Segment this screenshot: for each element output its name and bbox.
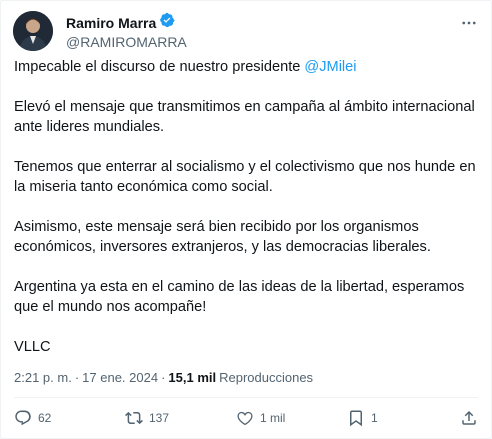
meta-separator: · bbox=[74, 370, 80, 385]
post-time[interactable]: 2:21 p. m. bbox=[14, 370, 72, 385]
tweet-text: Impecable el discurso de nuestro preside… bbox=[14, 57, 484, 377]
tweet-paragraph: Elevó el mensaje que transmitimos en cam… bbox=[14, 99, 475, 135]
reply-button[interactable]: 62 bbox=[14, 409, 94, 427]
bookmark-button[interactable]: 1 bbox=[347, 409, 427, 427]
views-label: Reproducciones bbox=[219, 370, 314, 385]
share-icon bbox=[462, 410, 476, 425]
views-count: 15,1 mil bbox=[168, 370, 217, 385]
meta-separator: · bbox=[161, 370, 166, 385]
reply-count: 62 bbox=[38, 411, 52, 425]
tweet-meta: 2:21 p. m. · 17 ene. 2024 · 15,1 mil Rep… bbox=[14, 370, 313, 385]
tweet-card: Ramiro Marra @RAMIROMARRA Impecable el d… bbox=[0, 0, 492, 439]
reply-icon bbox=[15, 410, 31, 426]
verified-badge-icon bbox=[159, 12, 175, 33]
post-date[interactable]: 17 ene. 2024 bbox=[82, 370, 158, 385]
tweet-paragraph: Asimismo, este mensaje será bien recibid… bbox=[14, 219, 431, 255]
action-bar: 62 137 1 mil 1 bbox=[14, 406, 478, 430]
author-handle[interactable]: @RAMIROMARRA bbox=[66, 34, 187, 50]
intro-text: Impecable el discurso de nuestro preside… bbox=[14, 59, 305, 75]
tweet-paragraph: Tenemos que enterrar al socialismo y el … bbox=[14, 159, 476, 195]
tweet-paragraph: VLLC bbox=[14, 339, 51, 355]
like-count: 1 mil bbox=[260, 411, 286, 425]
tweet-paragraph-intro: Impecable el discurso de nuestro preside… bbox=[14, 57, 484, 77]
author-names: Ramiro Marra @RAMIROMARRA bbox=[66, 12, 187, 50]
more-icon[interactable] bbox=[459, 13, 479, 33]
avatar[interactable] bbox=[13, 11, 53, 51]
repost-icon bbox=[125, 411, 143, 425]
like-button[interactable]: 1 mil bbox=[236, 409, 316, 427]
share-button[interactable] bbox=[458, 409, 478, 427]
repost-count: 137 bbox=[149, 411, 170, 425]
bookmark-count: 1 bbox=[371, 411, 378, 425]
divider bbox=[14, 397, 478, 398]
tweet-header: Ramiro Marra @RAMIROMARRA bbox=[13, 11, 479, 51]
mention-link[interactable]: @JMilei bbox=[304, 59, 356, 75]
bookmark-icon bbox=[350, 410, 362, 427]
repost-button[interactable]: 137 bbox=[125, 409, 205, 427]
like-icon bbox=[237, 411, 253, 426]
author-display-name[interactable]: Ramiro Marra bbox=[66, 15, 156, 31]
tweet-paragraph: Argentina ya esta en el camino de las id… bbox=[14, 279, 465, 315]
